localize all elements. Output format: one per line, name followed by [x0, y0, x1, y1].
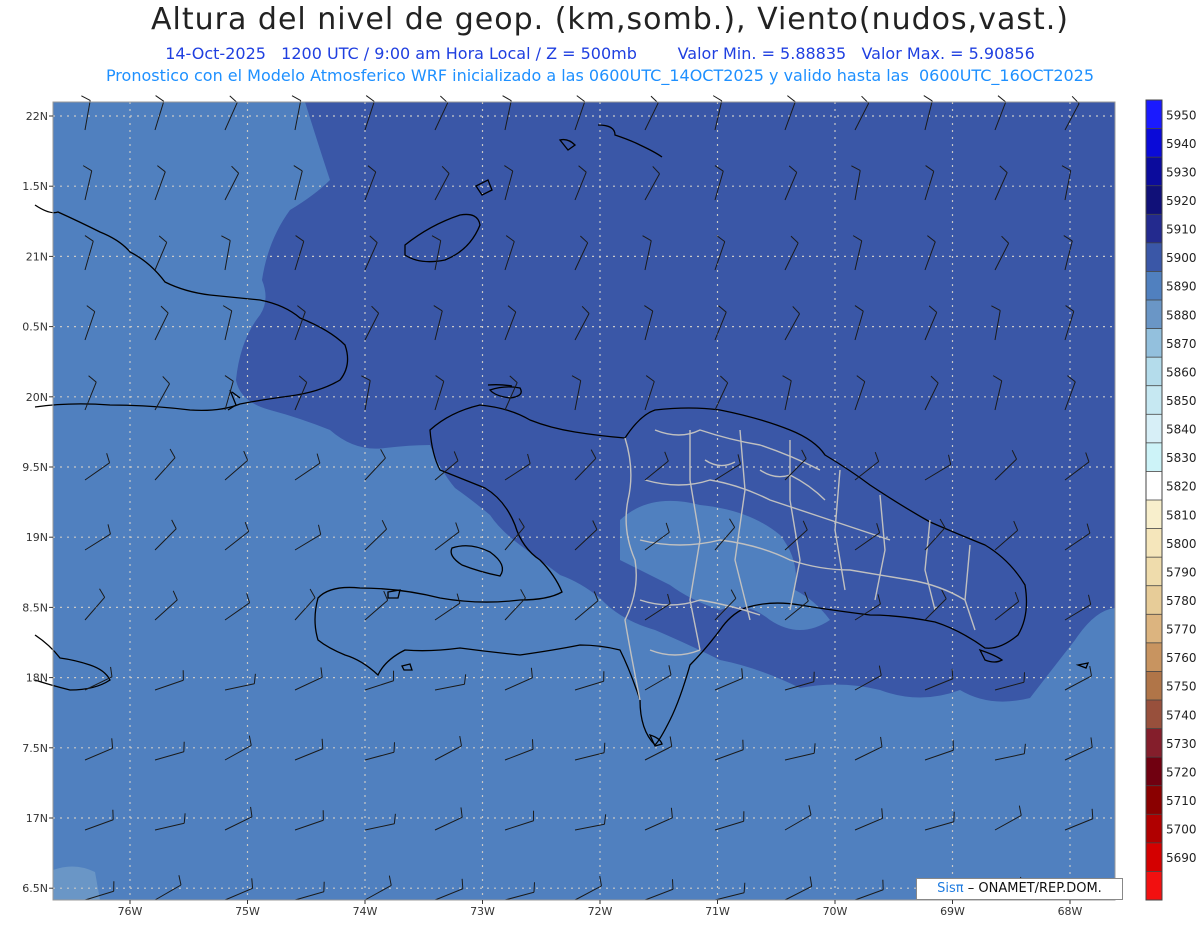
colorbar-label: 5690 — [1166, 851, 1197, 865]
credit-box: Sisπ – ONAMET/REP.DOM. — [916, 878, 1123, 900]
colorbar-swatch — [1146, 614, 1162, 643]
colorbar-label: 5760 — [1166, 651, 1197, 665]
colorbar-swatch — [1146, 385, 1162, 415]
colorbar-swatch — [1146, 757, 1162, 786]
colorbar-label: 5700 — [1166, 823, 1197, 837]
colorbar-label: 5910 — [1166, 223, 1197, 237]
lat-label: 6.5N — [22, 882, 48, 895]
colorbar-swatch — [1146, 700, 1162, 729]
lat-label: 17N — [26, 812, 48, 825]
geopotential-map: 22N 1.5N 21N 0.5N 20N 9.5N 19N 8.5N 18N 7.5N 17N 6.… — [22, 95, 1197, 918]
colorbar-label: 5710 — [1166, 794, 1197, 808]
colorbar-label: 5860 — [1166, 365, 1197, 379]
colorbar-swatch — [1146, 785, 1162, 815]
colorbar-label: 5750 — [1166, 680, 1197, 694]
colorbar-label: 5830 — [1166, 451, 1197, 465]
colorbar-swatch — [1146, 871, 1162, 900]
lon-label: 74W — [353, 905, 378, 918]
colorbar-swatch — [1146, 414, 1162, 443]
colorbar-swatch — [1146, 585, 1162, 615]
colorbar-label: 5730 — [1166, 737, 1197, 751]
lat-label: 7.5N — [22, 742, 48, 755]
longitude-labels: 76W 75W 74W 73W 72W 71W 70W 69W 68W — [118, 900, 1083, 918]
lon-label: 73W — [470, 905, 495, 918]
colorbar-swatch — [1146, 642, 1162, 672]
lat-label: 19N — [26, 531, 48, 544]
colorbar-label: 5940 — [1166, 137, 1197, 151]
lat-label: 22N — [26, 110, 48, 123]
lat-label: 1.5N — [22, 180, 48, 193]
colorbar-label: 5870 — [1166, 337, 1197, 351]
colorbar-swatch — [1146, 500, 1162, 529]
colorbar-label: 5850 — [1166, 394, 1197, 408]
colorbar-label: 5890 — [1166, 280, 1197, 294]
lat-label: 9.5N — [22, 461, 48, 474]
colorbar-label: 5950 — [1166, 108, 1197, 122]
lon-label: 68W — [1058, 905, 1083, 918]
lat-label: 18N — [26, 672, 48, 685]
colorbar-swatch — [1146, 357, 1162, 386]
colorbar-swatch — [1146, 671, 1162, 700]
colorbar: 5950 5940 5930 5920 5910 5900 5890 5880 5870 5860… — [1145, 99, 1197, 901]
colorbar-swatch — [1146, 300, 1162, 329]
colorbar-swatch — [1146, 728, 1162, 758]
colorbar-swatch — [1146, 271, 1162, 300]
colorbar-swatch — [1146, 528, 1162, 558]
colorbar-label: 5800 — [1166, 537, 1197, 551]
colorbar-label: 5930 — [1166, 165, 1197, 179]
colorbar-label: 5780 — [1166, 594, 1197, 608]
colorbar-swatch — [1146, 442, 1162, 472]
colorbar-label: 5900 — [1166, 251, 1197, 265]
lon-label: 76W — [118, 905, 143, 918]
colorbar-swatch — [1146, 100, 1162, 129]
colorbar-label: 5880 — [1166, 308, 1197, 322]
colorbar-swatch — [1146, 185, 1162, 215]
lat-label: 20N — [26, 391, 48, 404]
colorbar-label: 5810 — [1166, 508, 1197, 522]
lat-label: 21N — [26, 250, 48, 263]
colorbar-label: 5720 — [1166, 765, 1197, 779]
field-5880-patch — [53, 866, 100, 900]
lon-label: 70W — [823, 905, 848, 918]
lon-label: 72W — [588, 905, 613, 918]
sispi-logo: Sisπ — [937, 881, 964, 896]
lon-label: 71W — [705, 905, 730, 918]
credit-text: – ONAMET/REP.DOM. — [967, 881, 1102, 896]
colorbar-swatch — [1146, 242, 1162, 272]
colorbar-label: 5820 — [1166, 480, 1197, 494]
colorbar-swatch — [1146, 471, 1162, 500]
colorbar-swatch — [1146, 128, 1162, 158]
colorbar-label: 5740 — [1166, 708, 1197, 722]
colorbar-label: 5770 — [1166, 623, 1197, 637]
lon-label: 75W — [235, 905, 260, 918]
colorbar-swatch — [1146, 328, 1162, 358]
lat-label: 0.5N — [22, 321, 48, 334]
lon-label: 69W — [940, 905, 965, 918]
colorbar-swatch — [1146, 842, 1162, 872]
colorbar-swatch — [1146, 814, 1162, 843]
colorbar-label: 5920 — [1166, 194, 1197, 208]
colorbar-swatch — [1146, 157, 1162, 186]
colorbar-label: 5790 — [1166, 565, 1197, 579]
latitude-labels: 22N 1.5N 21N 0.5N 20N 9.5N 19N 8.5N 18N 7.5N 17N 6.… — [22, 110, 53, 895]
lat-label: 8.5N — [22, 601, 48, 614]
colorbar-swatch — [1146, 214, 1162, 243]
colorbar-swatch — [1146, 557, 1162, 586]
colorbar-label: 5840 — [1166, 423, 1197, 437]
